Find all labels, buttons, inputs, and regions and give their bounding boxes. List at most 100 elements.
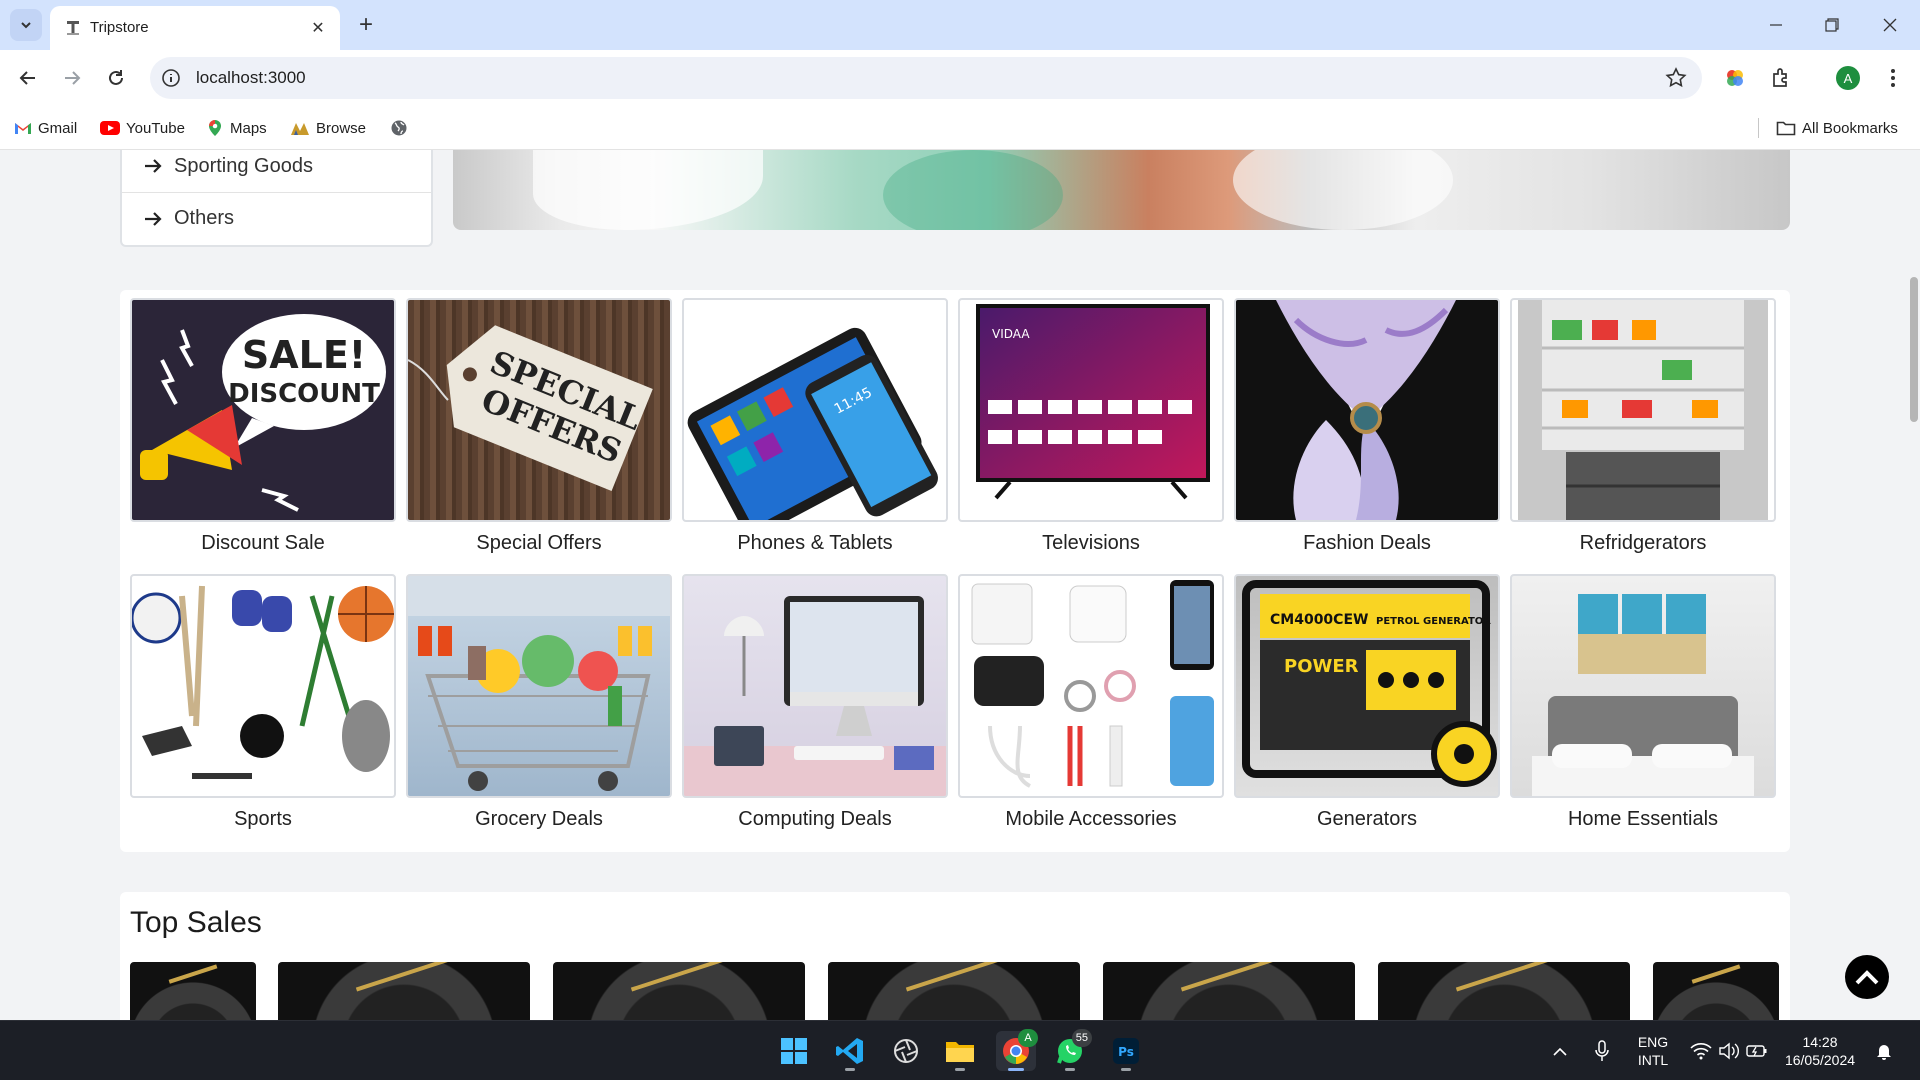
- top-sales-title: Top Sales: [130, 906, 262, 939]
- refridgerators-image: [1510, 298, 1776, 522]
- arrow-right-icon: [65, 71, 81, 85]
- more-menu-icon[interactable]: [1878, 63, 1908, 93]
- sidebar-item-others[interactable]: Others: [122, 192, 431, 244]
- category-label: Televisions: [1042, 532, 1140, 554]
- bookmark-globe[interactable]: [390, 116, 408, 140]
- category-card-computing-deals[interactable]: Computing Deals: [682, 574, 948, 834]
- bookmark-maps[interactable]: Maps: [206, 116, 267, 140]
- bookmark-label: YouTube: [126, 119, 185, 137]
- taskbar-chrome[interactable]: A: [996, 1029, 1038, 1071]
- input-language-indicator[interactable]: ENG INTL: [1630, 1033, 1676, 1069]
- top-sales-section: Top Sales: [120, 892, 1790, 1020]
- category-label: Home Essentials: [1567, 808, 1719, 830]
- bookmark-gmail[interactable]: Gmail: [14, 116, 77, 140]
- address-bar[interactable]: localhost:3000: [150, 57, 1702, 99]
- microphone-button[interactable]: [1584, 1031, 1620, 1071]
- tab-strip: Tripstore ✕ +: [0, 0, 1920, 50]
- arrow-left-icon: [19, 71, 35, 85]
- special-offers-image: SPECIAL OFFERS: [406, 298, 672, 522]
- whatsapp-unread-badge: 55: [1071, 1029, 1092, 1047]
- category-card-refridgerators[interactable]: Refridgerators: [1510, 298, 1776, 558]
- category-card-mobile-accessories[interactable]: Mobile Accessories: [958, 574, 1224, 834]
- scrollbar-thumb[interactable]: [1910, 277, 1918, 422]
- language-label: ENG: [1637, 1034, 1669, 1050]
- quick-settings-button[interactable]: [1684, 1031, 1774, 1071]
- close-window-button[interactable]: [1870, 10, 1910, 40]
- restore-button[interactable]: [1812, 10, 1852, 40]
- folder-icon: [946, 1042, 974, 1062]
- chevron-up-icon: [1553, 1047, 1567, 1056]
- all-bookmarks-button[interactable]: All Bookmarks: [1776, 116, 1898, 140]
- bookmark-label: Browse: [316, 119, 367, 137]
- new-tab-button[interactable]: +: [352, 11, 380, 39]
- bookmark-label: Maps: [230, 119, 267, 137]
- forward-button[interactable]: [56, 62, 88, 94]
- category-card-home-essentials[interactable]: Home Essentials: [1510, 574, 1776, 834]
- url-text[interactable]: localhost:3000: [196, 68, 306, 88]
- bookmark-browse[interactable]: Browse: [290, 116, 366, 140]
- scroll-to-top-button[interactable]: [1845, 955, 1889, 999]
- profile-avatar[interactable]: A: [1836, 66, 1860, 90]
- hero-banner-image[interactable]: [453, 150, 1790, 230]
- restore-icon: [1825, 18, 1839, 32]
- keyboard-layout-label: INTL: [1637, 1052, 1669, 1068]
- category-card-fashion-deals[interactable]: Fashion Deals: [1234, 298, 1500, 558]
- bookmark-youtube[interactable]: YouTube: [100, 116, 185, 140]
- taskbar-vscode[interactable]: [830, 1031, 870, 1071]
- fashion-deals-image: [1234, 298, 1500, 522]
- category-label: Fashion Deals: [1303, 532, 1431, 554]
- clock[interactable]: 14:28 16/05/2024: [1780, 1033, 1860, 1069]
- tripstore-favicon-icon: [67, 21, 79, 35]
- category-sidebar: Sporting Goods Others: [120, 150, 433, 247]
- close-icon: [1883, 18, 1897, 32]
- start-button[interactable]: [774, 1031, 814, 1071]
- category-label: Special Offers: [476, 532, 602, 554]
- browser-toolbar: localhost:3000 A: [0, 50, 1920, 106]
- category-card-discount-sale[interactable]: SALE! DISCOUNT Discount Sale: [130, 298, 396, 558]
- taskbar-photoshop[interactable]: Ps: [1106, 1031, 1146, 1071]
- extensions-puzzle-icon[interactable]: [1766, 63, 1796, 93]
- bookmark-star-icon[interactable]: [1664, 66, 1688, 90]
- product-card-watch[interactable]: [553, 962, 805, 1020]
- maps-pin-icon: [209, 120, 221, 136]
- reload-icon: [109, 70, 123, 85]
- computing-deals-image: [682, 574, 948, 798]
- category-card-grocery-deals[interactable]: Grocery Deals: [406, 574, 672, 834]
- product-card-watch[interactable]: [130, 962, 256, 1020]
- category-card-phones-tablets[interactable]: 11:45 Phones & Tablets: [682, 298, 948, 558]
- site-info-icon[interactable]: [160, 67, 182, 89]
- back-button[interactable]: [12, 62, 44, 94]
- show-hidden-icons-button[interactable]: [1542, 1031, 1578, 1071]
- page-viewport: Sporting Goods Others SALE! DISCOUNT Dis…: [0, 150, 1920, 1020]
- generator-title-text: PETROL GENERATOR: [1376, 616, 1491, 627]
- all-bookmarks-label: All Bookmarks: [1802, 119, 1898, 137]
- notifications-button[interactable]: [1868, 1031, 1900, 1071]
- product-card-watch[interactable]: [1103, 962, 1355, 1020]
- sidebar-item-sporting-goods[interactable]: Sporting Goods: [122, 150, 431, 192]
- product-card-watch[interactable]: [1378, 962, 1630, 1020]
- aperture-icon: [894, 1039, 918, 1063]
- tv-brand-text: VIDAA: [992, 327, 1030, 341]
- category-card-televisions[interactable]: VIDAA Televisions: [958, 298, 1224, 558]
- minimize-button[interactable]: [1756, 10, 1796, 40]
- category-card-generators[interactable]: CM4000CEW PETROL GENERATOR POWER Generat…: [1234, 574, 1500, 834]
- tab-tripstore[interactable]: Tripstore ✕: [50, 6, 340, 50]
- taskbar-aperture-app[interactable]: [886, 1031, 926, 1071]
- tab-search-button[interactable]: [10, 9, 42, 41]
- page-scrollbar[interactable]: [1906, 150, 1920, 1020]
- taskbar-file-explorer[interactable]: [940, 1031, 980, 1071]
- category-card-special-offers[interactable]: SPECIAL OFFERS Special Offers: [406, 298, 672, 558]
- product-card-watch[interactable]: [1653, 962, 1779, 1020]
- reload-button[interactable]: [100, 62, 132, 94]
- product-card-watch[interactable]: [278, 962, 530, 1020]
- clock-time: 14:28: [1802, 1034, 1838, 1050]
- wifi-icon: [1690, 1043, 1712, 1060]
- category-card-sports[interactable]: Sports: [130, 574, 396, 834]
- windows-taskbar: A 55 Ps ENG INTL 14:28 16/05/2024: [0, 1020, 1920, 1080]
- taskbar-whatsapp[interactable]: 55: [1050, 1029, 1092, 1071]
- mobile-accessories-image: [958, 574, 1224, 798]
- product-card-watch[interactable]: [828, 962, 1080, 1020]
- close-tab-icon[interactable]: ✕: [306, 16, 330, 40]
- category-label: Generators: [1316, 808, 1418, 830]
- color-extension-icon[interactable]: [1720, 63, 1750, 93]
